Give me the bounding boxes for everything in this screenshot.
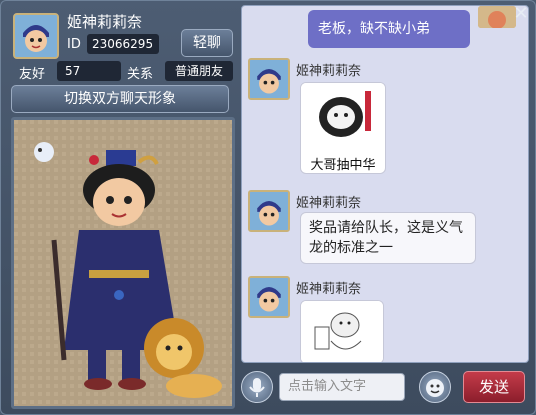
- sender-name: 姬神莉莉奈: [296, 282, 362, 297]
- self-message-bubble: 老板，缺不缺小弟: [308, 10, 470, 48]
- character-portrait: [11, 117, 235, 409]
- favor-value: 57: [57, 61, 121, 81]
- id-label: ID: [67, 37, 81, 52]
- sticker-image[interactable]: 大哥抽中华: [300, 82, 386, 174]
- favor-label: 友好: [19, 67, 46, 82]
- close-icon[interactable]: ✕: [509, 3, 533, 25]
- id-value: 23066295: [87, 34, 159, 54]
- switch-avatar-button[interactable]: 切换双方聊天形象: [11, 85, 229, 113]
- sender-name: 姬神莉莉奈: [296, 64, 362, 79]
- profile-panel: 姬神莉莉奈 ID 23066295 轻聊 友好 57 关系 普通朋友 切换双方聊…: [1, 1, 239, 415]
- send-button[interactable]: 发送: [463, 371, 525, 403]
- sender-avatar[interactable]: [248, 276, 290, 318]
- microphone-icon[interactable]: [241, 371, 273, 403]
- chat-window: 姬神莉莉奈 ID 23066295 轻聊 友好 57 关系 普通朋友 切换双方聊…: [0, 0, 536, 415]
- sender-avatar[interactable]: [248, 58, 290, 100]
- text-message-bubble: 奖品请给队长，这是义气龙的标准之一: [300, 212, 476, 264]
- sender-name: 姬神莉莉奈: [296, 196, 362, 211]
- chat-history[interactable]: 老板，缺不缺小弟 姬神莉莉奈 大哥抽中华 姬神莉莉奈 奖品请给队长，这是义气龙的…: [241, 5, 529, 363]
- message-text: 奖品请给队长，这是义气龙的标准之一: [309, 220, 463, 256]
- sticker-caption: 大哥抽中华: [310, 158, 376, 173]
- sticker-image[interactable]: [300, 300, 384, 362]
- friend-name: 姬神莉莉奈: [67, 13, 143, 31]
- relation-label: 关系: [127, 67, 154, 82]
- emoji-face-icon[interactable]: [419, 371, 451, 403]
- relation-value: 普通朋友: [165, 61, 233, 81]
- sender-avatar[interactable]: [248, 190, 290, 232]
- self-message-text: 老板，缺不缺小弟: [318, 21, 430, 37]
- whisper-button[interactable]: 轻聊: [181, 29, 233, 57]
- friend-avatar[interactable]: [13, 13, 59, 59]
- message-input[interactable]: 点击输入文字: [279, 373, 405, 401]
